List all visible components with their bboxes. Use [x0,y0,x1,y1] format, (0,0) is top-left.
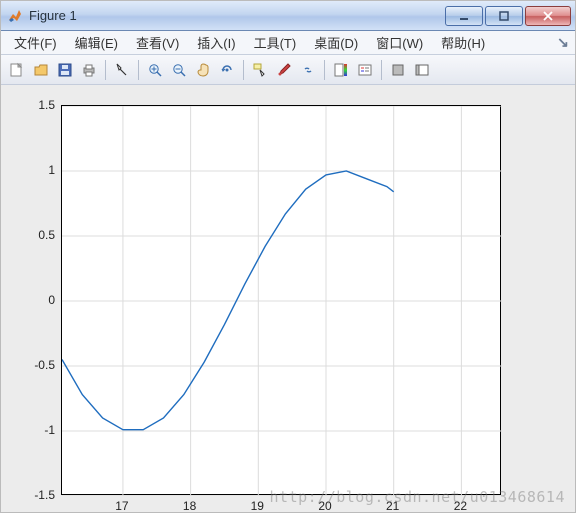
toolbar-separator [138,60,139,80]
axes[interactable]: -1.5 -1 -0.5 0 0.5 1 1.5 17 18 19 20 21 … [61,105,501,495]
edit-plot-icon[interactable] [110,58,134,82]
ytick-label: 0 [15,293,55,307]
matlab-logo-icon [7,8,23,24]
ytick-label: 0.5 [15,228,55,242]
ytick-label: 1.5 [15,98,55,112]
toolbar-separator [243,60,244,80]
ytick-label: -1 [15,423,55,437]
menu-insert[interactable]: 插入(I) [188,31,244,54]
menu-file[interactable]: 文件(F) [5,31,66,54]
data-cursor-icon[interactable] [248,58,272,82]
save-icon[interactable] [53,58,77,82]
xtick-label: 20 [310,499,340,513]
xtick-label: 19 [242,499,272,513]
print-icon[interactable] [77,58,101,82]
toolbar-separator [105,60,106,80]
rotate3d-icon[interactable] [215,58,239,82]
menubar: 文件(F) 编辑(E) 查看(V) 插入(I) 工具(T) 桌面(D) 窗口(W… [1,31,575,55]
ytick-label: -1.5 [15,488,55,502]
plot-canvas [62,106,502,496]
xtick-label: 21 [378,499,408,513]
close-button[interactable] [525,6,571,26]
toolbar-separator [324,60,325,80]
open-icon[interactable] [29,58,53,82]
link-plots-icon[interactable] [296,58,320,82]
window-title: Figure 1 [29,8,77,23]
window-titlebar[interactable]: Figure 1 [1,1,575,31]
menu-help[interactable]: 帮助(H) [432,31,494,54]
xtick-label: 22 [445,499,475,513]
ytick-label: 1 [15,163,55,177]
new-figure-icon[interactable] [5,58,29,82]
menu-tools[interactable]: 工具(T) [245,31,306,54]
menu-view[interactable]: 查看(V) [127,31,188,54]
zoom-in-icon[interactable] [143,58,167,82]
undock-icon[interactable]: ↘ [555,35,571,51]
colorbar-icon[interactable] [329,58,353,82]
xtick-label: 18 [175,499,205,513]
figure-area: -1.5 -1 -0.5 0 0.5 1 1.5 17 18 19 20 21 … [1,85,575,512]
legend-icon[interactable] [353,58,377,82]
minimize-button[interactable] [445,6,483,26]
menu-edit[interactable]: 编辑(E) [66,31,127,54]
pan-icon[interactable] [191,58,215,82]
brush-icon[interactable] [272,58,296,82]
menu-window[interactable]: 窗口(W) [367,31,432,54]
toolbar-separator [381,60,382,80]
show-tools-icon[interactable] [410,58,434,82]
maximize-button[interactable] [485,6,523,26]
zoom-out-icon[interactable] [167,58,191,82]
ytick-label: -0.5 [15,358,55,372]
menu-desktop[interactable]: 桌面(D) [305,31,367,54]
hide-tools-icon[interactable] [386,58,410,82]
xtick-label: 17 [107,499,137,513]
toolbar [1,55,575,85]
